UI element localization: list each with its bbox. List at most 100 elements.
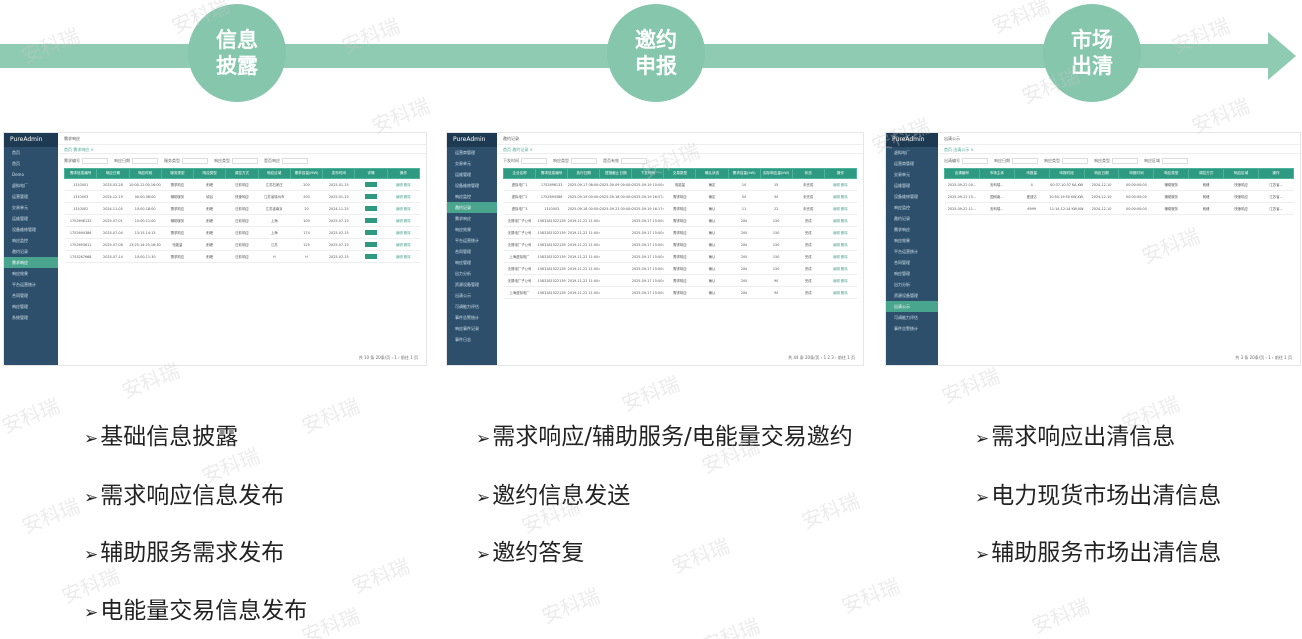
sidebar-item[interactable]: 资源设备管理 <box>447 279 497 290</box>
sidebar-item[interactable]: 响应监控 <box>447 191 497 202</box>
sidebar-item[interactable]: 响应监控 <box>4 235 58 246</box>
tab-bar[interactable]: 首页 需求响应 × <box>58 145 426 154</box>
sidebar-item[interactable]: Demo <box>4 169 58 180</box>
sidebar-item[interactable]: 合同管理 <box>447 246 497 257</box>
pagination[interactable]: 共 44 条 20条/页 ‹ 1 2 3 › 前往 1 页 <box>788 355 855 361</box>
sidebar-item[interactable]: 运维管理 <box>4 213 58 224</box>
row-action-links[interactable]: 编辑 删除 <box>833 183 848 187</box>
detail-button[interactable] <box>365 193 378 199</box>
row-action-links[interactable]: 编辑 删除 <box>833 231 848 235</box>
row-action-links[interactable]: 编辑 删除 <box>833 195 848 199</box>
tab-bar[interactable]: 首页 邀约记录 × <box>497 145 863 154</box>
tab-bar[interactable]: 首页 出清公示 × <box>938 145 1300 154</box>
detail-button[interactable] <box>365 253 378 259</box>
sidebar-item[interactable]: 响应管理 <box>4 301 58 312</box>
sidebar-item[interactable]: 可调能力评估 <box>886 312 938 323</box>
filter-input[interactable] <box>521 158 547 164</box>
sidebar-item[interactable]: 响应事件记录 <box>447 323 497 334</box>
sidebar-item[interactable]: 响应效果 <box>4 268 58 279</box>
sidebar-item[interactable]: 响应效果 <box>886 235 938 246</box>
filter-input[interactable] <box>132 158 158 164</box>
table-cell: 快速响应 <box>225 190 259 203</box>
sidebar-item[interactable]: 合同管理 <box>886 257 938 268</box>
row-action-links[interactable]: 编辑 删除 <box>833 207 848 211</box>
bullet-item: ➢电力现货市场出清信息 <box>975 481 1221 513</box>
sidebar-item[interactable]: 设备维修管理 <box>4 224 58 235</box>
filter-input[interactable] <box>182 158 208 164</box>
sidebar-item[interactable]: 交易单元 <box>886 169 938 180</box>
filter-input[interactable] <box>962 158 988 164</box>
sidebar-item[interactable]: 响应监控 <box>886 202 938 213</box>
detail-button[interactable] <box>365 229 378 235</box>
row-action-links[interactable]: 编辑 删除 <box>833 243 848 247</box>
sidebar-item[interactable]: 出清公示 <box>886 301 938 312</box>
sidebar-item[interactable]: 邀约记录 <box>4 246 58 257</box>
sidebar-item[interactable]: 出清公示 <box>447 290 497 301</box>
sidebar-item[interactable]: 邀约记录 <box>447 202 497 213</box>
sidebar-item[interactable]: 首页 <box>4 158 58 169</box>
sidebar-item[interactable]: 平台运营统计 <box>4 279 58 290</box>
row-action-links[interactable]: 编辑 删除 <box>833 279 848 283</box>
bullet-item: ➢需求响应/辅助服务/电能量交易邀约 <box>476 422 853 454</box>
sidebar-item[interactable]: 交易单元 <box>4 202 58 213</box>
sidebar-item[interactable]: 运营商管理 <box>886 158 938 169</box>
filter-input[interactable] <box>1162 158 1188 164</box>
sidebar-item[interactable]: 运维管理 <box>886 180 938 191</box>
row-action-links[interactable]: 编辑 删除 <box>396 219 411 223</box>
sidebar-item[interactable]: 需求响应 <box>447 213 497 224</box>
table-cell: 50 <box>760 190 793 203</box>
sidebar-item[interactable]: 首页 <box>4 147 58 158</box>
sidebar-item[interactable]: 出力分析 <box>447 268 497 279</box>
table-cell <box>599 226 632 239</box>
sidebar-item[interactable]: 设备维修管理 <box>447 180 497 191</box>
sidebar-item[interactable]: 虚拟电厂 <box>4 180 58 191</box>
detail-button[interactable] <box>365 217 378 223</box>
sidebar-item[interactable]: 资源设备管理 <box>886 290 938 301</box>
sidebar-item[interactable]: 交易单元 <box>447 158 497 169</box>
filter-input[interactable] <box>1012 158 1038 164</box>
row-action-links[interactable]: 编辑 删除 <box>833 267 848 271</box>
sidebar-item[interactable]: 邀约记录 <box>886 213 938 224</box>
sidebar-item[interactable]: 设备维修管理 <box>886 191 938 202</box>
sidebar-item[interactable]: 合同管理 <box>4 290 58 301</box>
sidebar-item[interactable]: 响应管理 <box>447 257 497 268</box>
sidebar-item[interactable]: 响应管理 <box>886 268 938 279</box>
sidebar-item[interactable]: 可调能力评估 <box>447 301 497 312</box>
filter-input[interactable] <box>1062 158 1088 164</box>
table-cell: 11 <box>728 202 761 215</box>
row-action-links[interactable]: 编辑 删除 <box>396 255 411 259</box>
sidebar-item[interactable]: 需求响应 <box>4 257 58 268</box>
sidebar-item[interactable]: 需求响应 <box>886 224 938 235</box>
row-action-links[interactable]: 编辑 删除 <box>833 255 848 259</box>
filter-input[interactable] <box>232 158 258 164</box>
sidebar-item[interactable]: 系统管理 <box>4 312 58 323</box>
sidebar-item[interactable]: 事件日志 <box>447 334 497 345</box>
row-action-links[interactable]: 编辑 删除 <box>396 243 411 247</box>
filter-input[interactable] <box>621 158 647 164</box>
row-action-links[interactable]: 编辑 删除 <box>396 207 411 211</box>
sidebar-item[interactable]: 虚拟电厂 <box>886 147 938 158</box>
row-action-links[interactable]: 编辑 删除 <box>396 231 411 235</box>
filter-input[interactable] <box>282 158 308 164</box>
row-action-links[interactable]: 编辑 删除 <box>833 291 848 295</box>
sidebar-item[interactable]: 事件告警统计 <box>447 312 497 323</box>
pagination[interactable]: 共 10 条 20条/页 ‹ 1 › 前往 1 页 <box>359 355 418 361</box>
row-action-links[interactable]: 编辑 删除 <box>396 183 411 187</box>
sidebar-item[interactable]: 平台运营统计 <box>886 246 938 257</box>
filter-input[interactable] <box>82 158 108 164</box>
sidebar-item[interactable]: 平台运营统计 <box>447 235 497 246</box>
filter-input[interactable] <box>1112 158 1138 164</box>
sidebar-item[interactable]: 事件告警统计 <box>886 323 938 334</box>
row-action-links[interactable]: 编辑 删除 <box>396 195 411 199</box>
filter-input[interactable] <box>571 158 597 164</box>
pagination[interactable]: 共 3 条 20条/页 ‹ 1 › 前往 1 页 <box>1235 355 1292 361</box>
detail-button[interactable] <box>365 241 378 247</box>
detail-button[interactable] <box>365 205 378 211</box>
detail-button[interactable] <box>365 181 378 187</box>
sidebar-item[interactable]: 运营管理 <box>4 191 58 202</box>
sidebar-item[interactable]: 运营商管理 <box>447 147 497 158</box>
sidebar-item[interactable]: 响应效果 <box>447 224 497 235</box>
sidebar-item[interactable]: 运维管理 <box>447 169 497 180</box>
sidebar-item[interactable]: 出力分析 <box>886 279 938 290</box>
row-action-links[interactable]: 编辑 删除 <box>833 219 848 223</box>
